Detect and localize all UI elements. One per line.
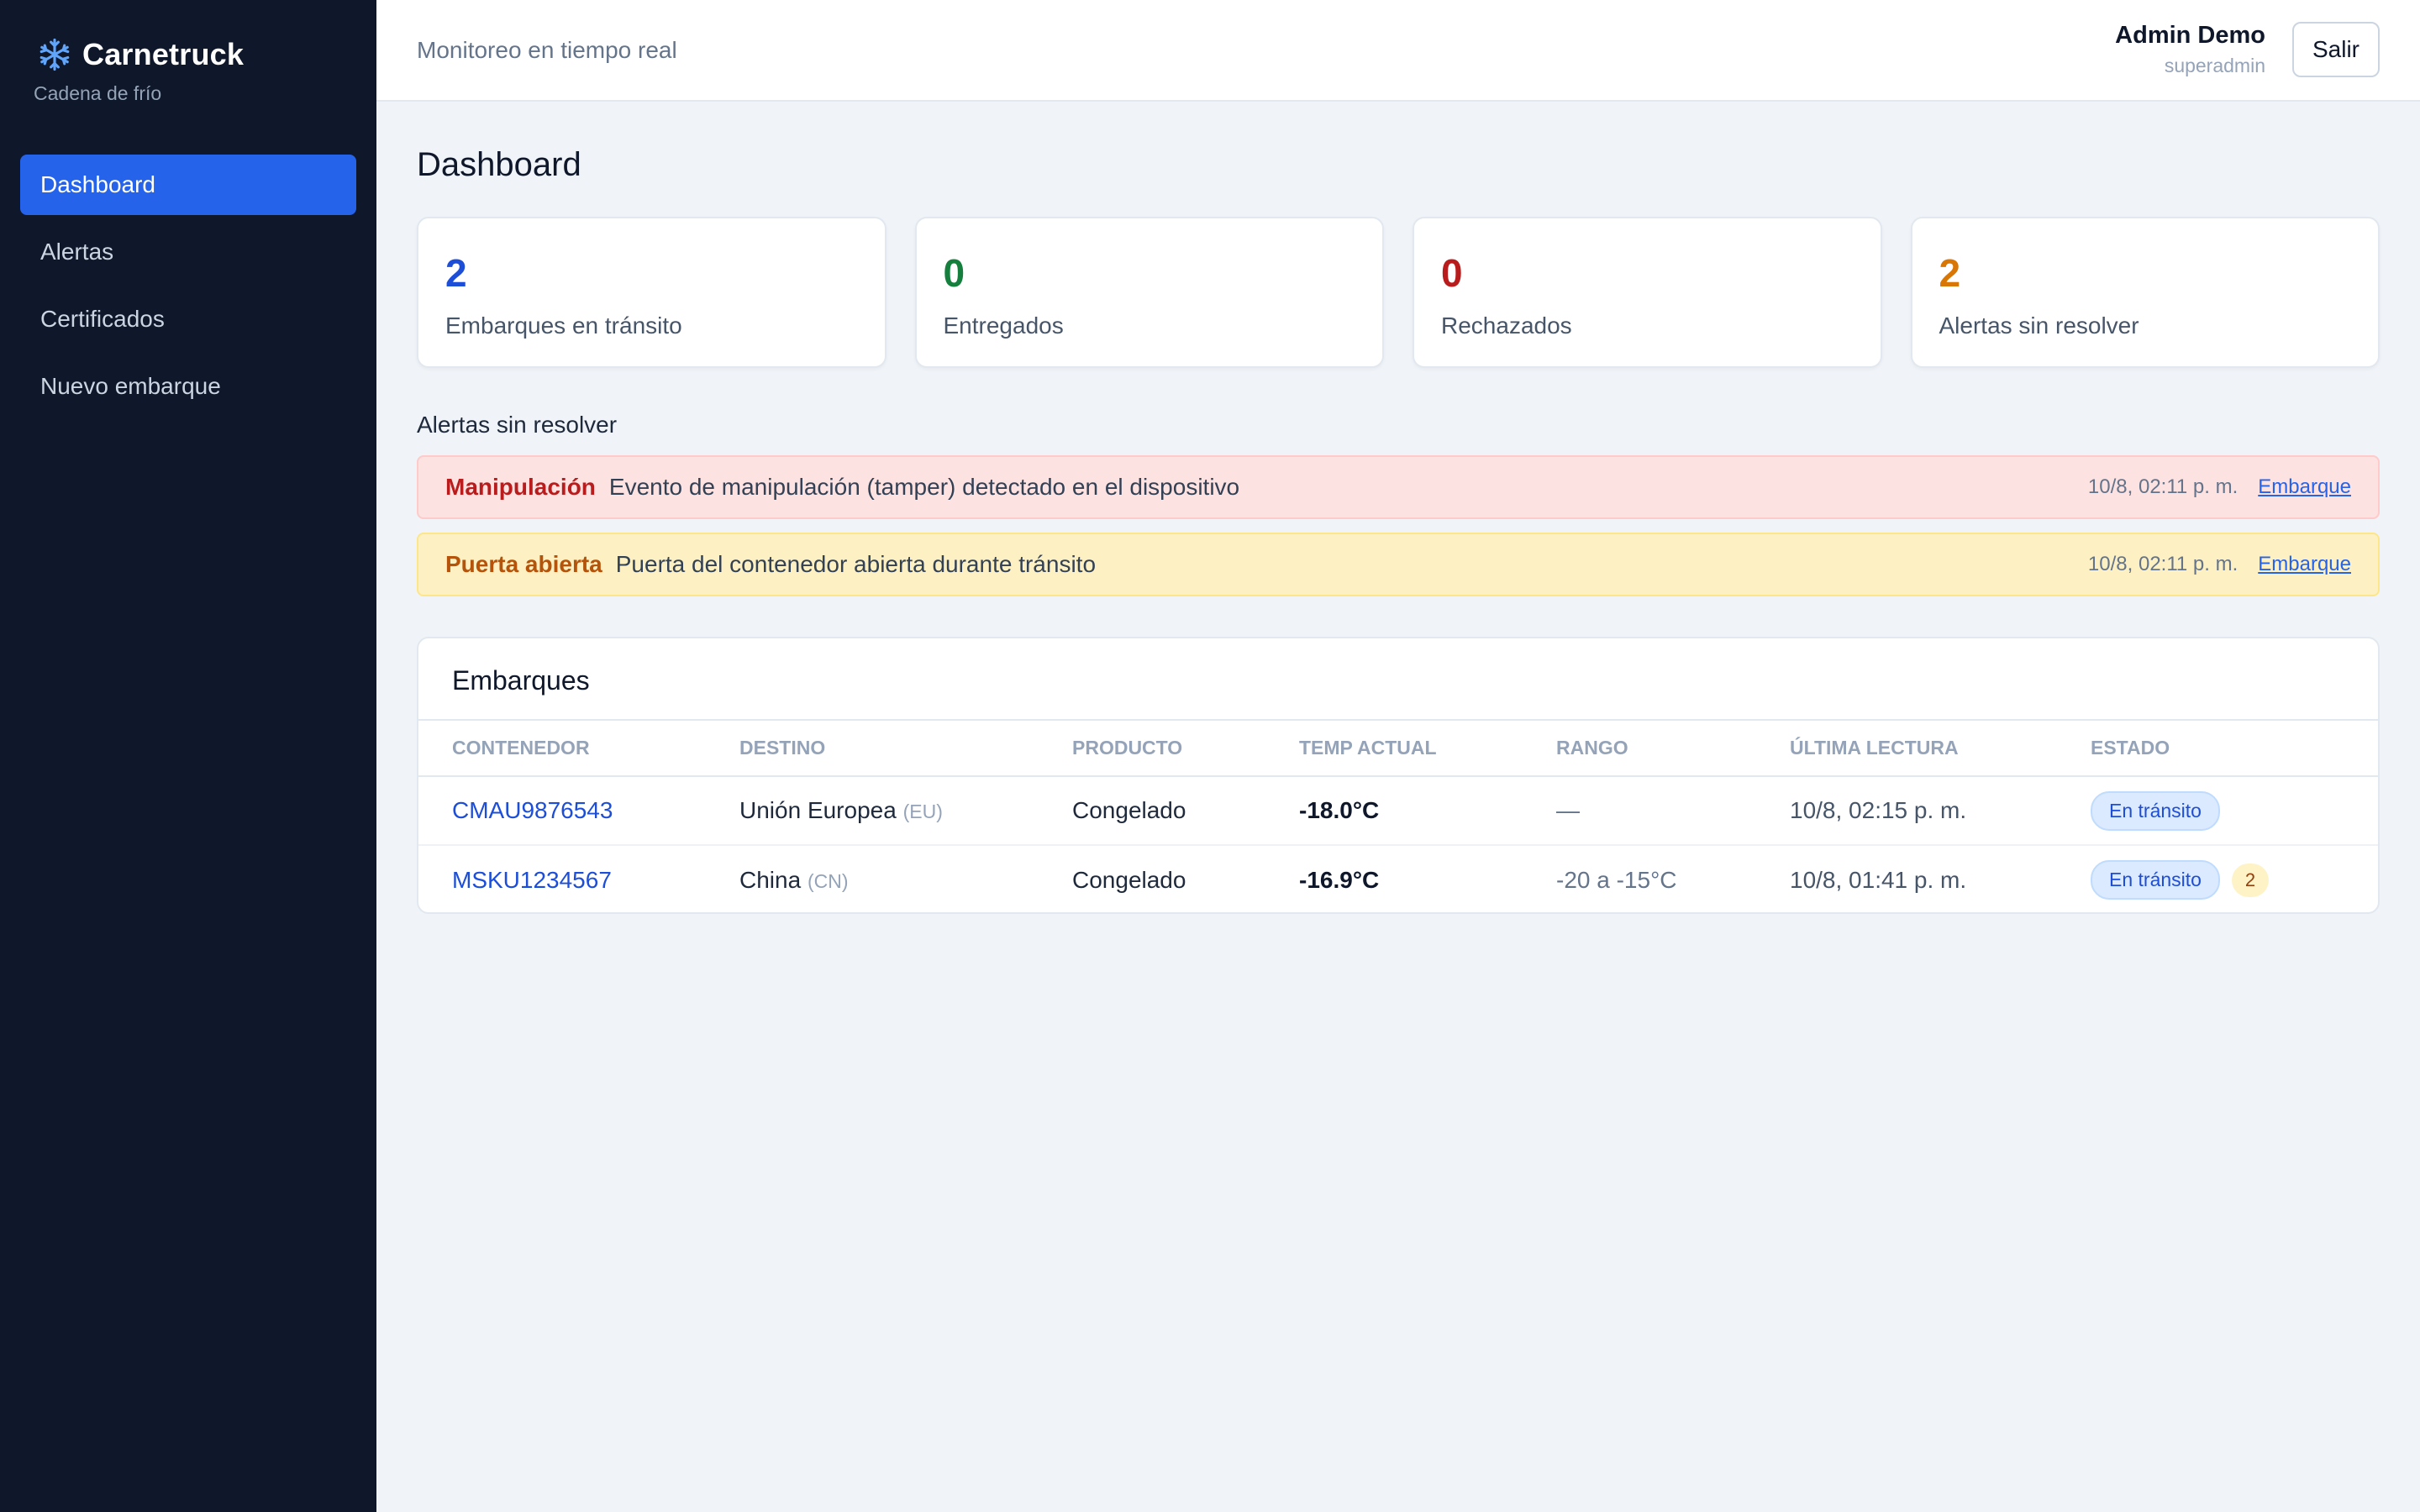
stat-card-rechazados: 0 Rechazados bbox=[1413, 217, 1882, 368]
alert-message: Puerta del contenedor abierta durante tr… bbox=[615, 551, 1097, 577]
column-header: Temp actual bbox=[1299, 721, 1556, 777]
alert-shipment-link[interactable]: Embarque bbox=[2258, 475, 2351, 499]
destination: Unión Europea bbox=[739, 797, 897, 823]
temp-range: -20 a -15°C bbox=[1556, 866, 1677, 893]
stat-label: Embarques en tránsito bbox=[445, 312, 682, 339]
column-header: Destino bbox=[739, 721, 1072, 777]
alert-type: Puerta abierta bbox=[445, 551, 602, 577]
user-name: Admin Demo bbox=[2115, 22, 2265, 49]
column-header: Última lectura bbox=[1790, 721, 2091, 777]
destination: China bbox=[739, 866, 802, 893]
sidebar: Carnetruck Cadena de frío Dashboard Aler… bbox=[0, 0, 376, 1512]
current-temp: -16.9°C bbox=[1299, 866, 1380, 893]
app-name: Carnetruck bbox=[82, 37, 245, 71]
table-header-row: Contenedor Destino Producto Temp actual … bbox=[418, 721, 2378, 777]
alert-row: Manipulación Evento de manipulación (tam… bbox=[417, 455, 2380, 519]
page-title: Dashboard bbox=[417, 146, 581, 183]
destination-code: (EU) bbox=[902, 801, 943, 822]
shipments-table: Contenedor Destino Producto Temp actual … bbox=[418, 721, 2378, 912]
alert-message: Evento de manipulación (tamper) detectad… bbox=[608, 474, 1240, 500]
header-title: Monitoreo en tiempo real bbox=[417, 37, 677, 63]
user-role: superadmin bbox=[2164, 55, 2265, 76]
column-header: Rango bbox=[1556, 721, 1790, 777]
sidebar-item-certificados[interactable]: Certificados bbox=[20, 289, 356, 349]
stat-card-en-transito: 2 Embarques en tránsito bbox=[417, 217, 886, 368]
alerts-section-title: Alertas sin resolver bbox=[417, 412, 618, 438]
alert-row: Puerta abierta Puerta del contenedor abi… bbox=[417, 533, 2380, 596]
stat-value: 2 bbox=[445, 251, 467, 295]
alert-time: 10/8, 02:11 p. m. bbox=[2087, 553, 2238, 575]
sidebar-item-dashboard[interactable]: Dashboard bbox=[20, 155, 356, 215]
table-row[interactable]: CMAU9876543 Unión Europea (EU) Congelado… bbox=[418, 776, 2378, 846]
table-row[interactable]: MSKU1234567 China (CN) Congelado -16.9°C… bbox=[418, 845, 2378, 912]
destination-code: (CN) bbox=[807, 869, 849, 892]
shipments-title: Embarques bbox=[418, 638, 2378, 721]
brand[interactable]: Carnetruck bbox=[37, 37, 244, 72]
current-temp: -18.0°C bbox=[1299, 776, 1556, 846]
sidebar-item-alertas[interactable]: Alertas bbox=[20, 222, 356, 282]
top-header: Monitoreo en tiempo real Admin Demo supe… bbox=[376, 0, 2420, 102]
product: Congelado bbox=[1072, 866, 1186, 893]
user-info: Admin Demo superadmin bbox=[2115, 22, 2265, 77]
stat-card-entregados: 0 Entregados bbox=[914, 217, 1384, 368]
stat-value: 0 bbox=[943, 251, 965, 295]
sidebar-item-nuevo-embarque[interactable]: Nuevo embarque bbox=[20, 356, 356, 417]
stat-label: Entregados bbox=[943, 312, 1064, 339]
stat-label: Rechazados bbox=[1441, 312, 1572, 339]
status-badge: En tránsito bbox=[2091, 860, 2220, 900]
stat-value: 2 bbox=[1939, 251, 1961, 295]
last-reading: 10/8, 02:15 p. m. bbox=[1790, 776, 2091, 846]
temp-range: — bbox=[1556, 776, 1790, 846]
snowflake-icon bbox=[39, 38, 70, 71]
stats-row: 2 Embarques en tránsito 0 Entregados 0 R… bbox=[417, 217, 2380, 368]
app-subtitle: Cadena de frío bbox=[34, 82, 162, 104]
sidebar-nav: Dashboard Alertas Certificados Nuevo emb… bbox=[20, 155, 356, 423]
container-link[interactable]: CMAU9876543 bbox=[452, 797, 613, 823]
last-reading: 10/8, 01:41 p. m. bbox=[1790, 866, 1967, 893]
alert-shipment-link[interactable]: Embarque bbox=[2258, 553, 2351, 576]
stat-value: 0 bbox=[1441, 251, 1463, 295]
product: Congelado bbox=[1072, 776, 1299, 846]
stat-card-alertas: 2 Alertas sin resolver bbox=[1910, 217, 2380, 368]
status-badge: En tránsito bbox=[2091, 790, 2220, 831]
shipments-card: Embarques Contenedor Destino Producto Te… bbox=[417, 637, 2380, 914]
logout-button[interactable]: Salir bbox=[2292, 22, 2380, 77]
column-header: Producto bbox=[1072, 721, 1299, 777]
column-header: Estado bbox=[2091, 721, 2378, 777]
alert-time: 10/8, 02:11 p. m. bbox=[2087, 475, 2238, 498]
container-link[interactable]: MSKU1234567 bbox=[452, 867, 612, 893]
column-header: Contenedor bbox=[418, 721, 739, 777]
alert-type: Manipulación bbox=[445, 474, 596, 500]
stat-label: Alertas sin resolver bbox=[1939, 312, 2139, 339]
alert-count-badge: 2 bbox=[2231, 864, 2269, 897]
